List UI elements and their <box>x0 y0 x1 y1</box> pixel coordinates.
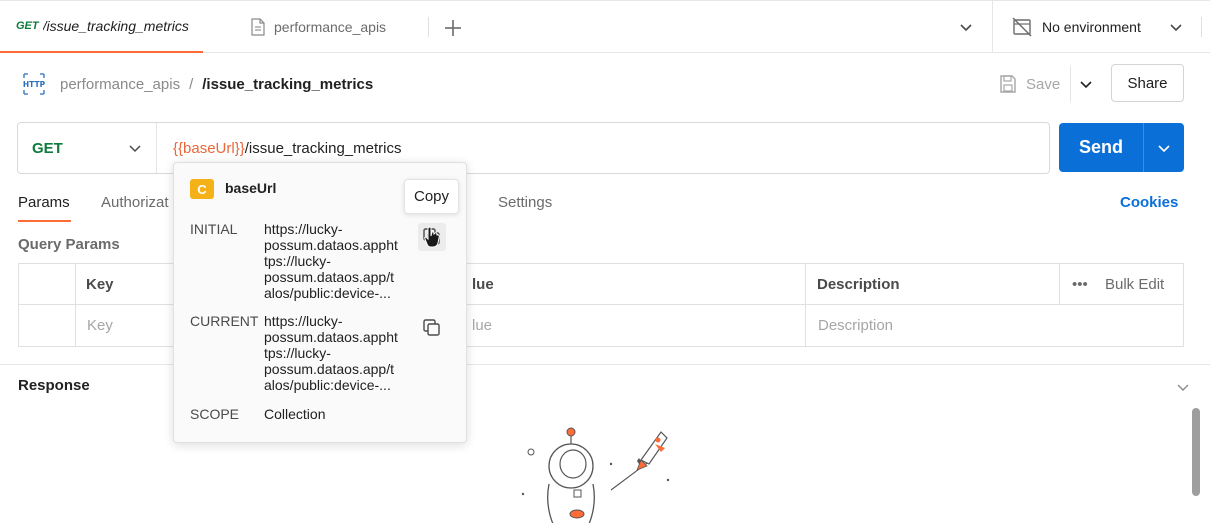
scrollbar-thumb[interactable] <box>1192 408 1200 496</box>
send-label: Send <box>1078 137 1123 157</box>
key-input[interactable]: Key <box>87 305 113 346</box>
tab-title: /issue_tracking_metrics <box>42 18 189 34</box>
http-icon: HTTP <box>23 73 46 95</box>
initial-value: https://lucky- possum.dataos.appht tps:/… <box>264 221 414 301</box>
method-selector[interactable]: GET <box>18 123 157 173</box>
column-divider <box>805 264 806 346</box>
description-input[interactable]: Description <box>818 305 893 346</box>
env-divider-right <box>1201 17 1202 37</box>
value-line: https://lucky- <box>264 221 343 237</box>
copy-icon <box>423 319 440 336</box>
env-divider <box>992 1 993 53</box>
header-key: Key <box>86 276 114 293</box>
no-environment-icon <box>1012 17 1032 37</box>
breadcrumb-collection[interactable]: performance_apis <box>60 76 180 93</box>
collection-badge: C <box>190 179 214 199</box>
response-collapse-chevron-icon[interactable] <box>1176 380 1190 394</box>
column-divider <box>1059 264 1060 305</box>
method-label: GET <box>32 139 63 157</box>
active-tab-underline <box>18 220 71 222</box>
value-line: possum.dataos.appht <box>264 329 398 345</box>
copy-tooltip: Copy <box>404 179 459 214</box>
header-description: Description <box>817 276 900 293</box>
current-value: https://lucky- possum.dataos.appht tps:/… <box>264 313 414 393</box>
value-line: tps://lucky- <box>264 345 331 361</box>
new-tab-plus-icon[interactable] <box>442 17 464 39</box>
method-chevron-icon <box>129 145 141 153</box>
bulk-edit-button[interactable]: Bulk Edit <box>1105 264 1164 305</box>
variable-name: baseUrl <box>225 180 277 196</box>
scope-value: Collection <box>264 406 326 422</box>
chevron-down-icon <box>1158 144 1170 152</box>
save-options-chevron-icon[interactable] <box>1078 76 1094 92</box>
value-line: possum.dataos.app/t <box>264 269 394 285</box>
value-line: tps://lucky- <box>264 253 331 269</box>
save-divider <box>1070 66 1071 102</box>
current-label: CURRENT <box>190 313 259 329</box>
astronaut-illustration-icon <box>521 427 670 523</box>
value-line: alos/public:device-... <box>264 377 391 393</box>
save-button[interactable]: Save <box>998 70 1060 98</box>
environment-chevron-icon[interactable] <box>1168 19 1184 35</box>
tab-authorization[interactable]: Authorizat <box>101 194 169 211</box>
tab-params[interactable]: Params <box>18 194 70 211</box>
save-label: Save <box>1026 75 1061 93</box>
document-icon <box>251 18 265 36</box>
copy-current-button[interactable] <box>421 317 443 339</box>
column-divider <box>75 264 76 346</box>
environment-selector[interactable]: No environment <box>1012 1 1141 53</box>
breadcrumb: HTTP performance_apis / /issue_tracking_… <box>22 70 373 98</box>
tab-title: performance_apis <box>274 19 387 35</box>
more-options-icon[interactable]: ••• <box>1072 264 1088 305</box>
environment-label: No environment <box>1042 19 1141 35</box>
value-line: alos/public:device-... <box>264 285 391 301</box>
request-bar: GET {{baseUrl}}/issue_tracking_metrics <box>17 122 1050 174</box>
tab-performance-apis[interactable]: performance_apis <box>250 1 386 53</box>
scope-label: SCOPE <box>190 406 240 422</box>
url-variable[interactable]: {{baseUrl}} <box>173 140 245 157</box>
query-params-title: Query Params <box>18 236 120 253</box>
tabs-dropdown-chevron-icon[interactable] <box>958 19 974 35</box>
header-value: lue <box>472 276 494 293</box>
value-input[interactable]: lue <box>472 305 492 346</box>
send-options-button[interactable] <box>1144 141 1184 155</box>
tab-method-badge: GET <box>16 20 39 32</box>
value-line: possum.dataos.appht <box>264 237 398 253</box>
share-button[interactable]: Share <box>1111 64 1184 102</box>
svg-text:HTTP: HTTP <box>23 80 46 89</box>
send-button[interactable]: Send <box>1059 123 1184 172</box>
request-tab-strip: GET /issue_tracking_metrics performance_… <box>0 0 1210 53</box>
hand-cursor-icon <box>424 226 440 248</box>
breadcrumb-separator: / <box>189 75 194 93</box>
breadcrumb-request-name[interactable]: /issue_tracking_metrics <box>202 76 373 93</box>
value-line: possum.dataos.app/t <box>264 361 394 377</box>
response-title: Response <box>18 377 90 394</box>
tab-issue-tracking-metrics[interactable]: GET /issue_tracking_metrics <box>0 1 203 53</box>
save-icon <box>1000 75 1016 93</box>
tab-divider <box>428 17 429 37</box>
cookies-link[interactable]: Cookies <box>1120 194 1178 211</box>
tab-settings[interactable]: Settings <box>498 194 552 211</box>
url-path: /issue_tracking_metrics <box>244 139 402 157</box>
value-line: https://lucky- <box>264 313 343 329</box>
initial-label: INITIAL <box>190 221 238 237</box>
